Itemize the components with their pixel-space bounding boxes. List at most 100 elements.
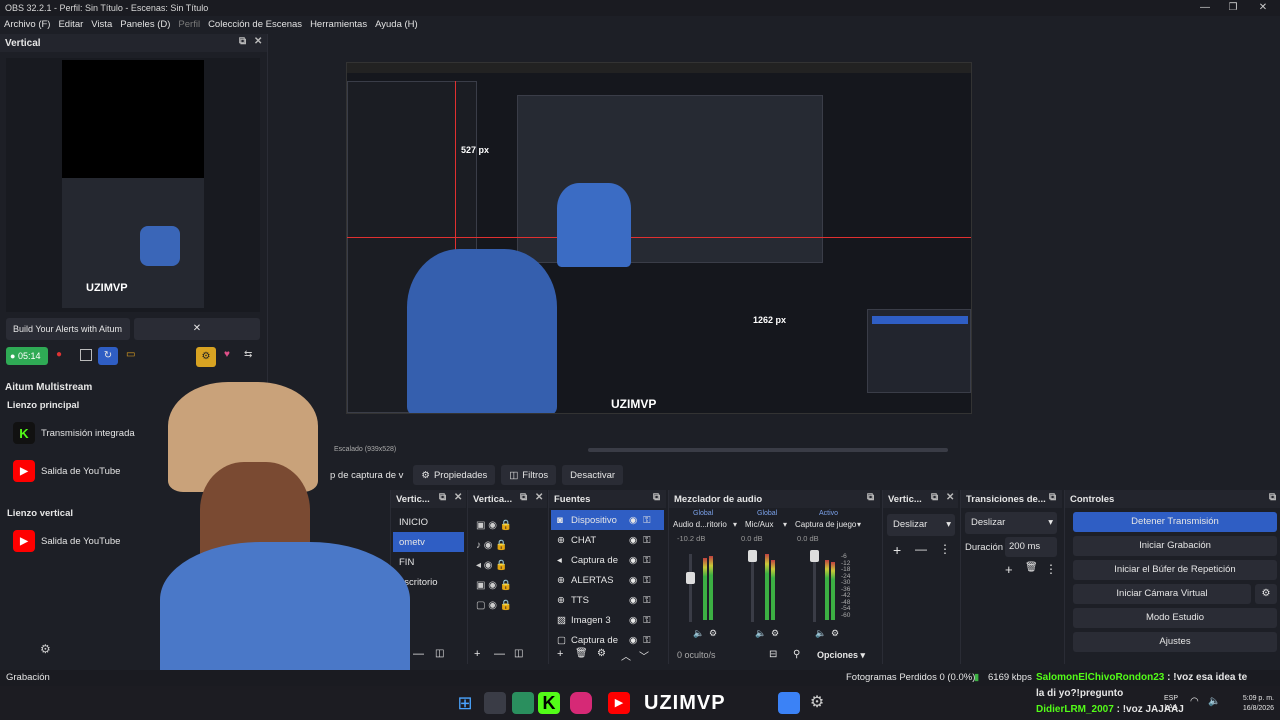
undock-icon[interactable]: ⧉	[239, 36, 246, 47]
properties-button[interactable]: ⚙ Propiedades	[413, 465, 496, 485]
maximize-icon[interactable]: ❐	[1218, 0, 1248, 16]
eye-icon[interactable]: ◉	[629, 535, 637, 546]
alert-button[interactable]: Build Your Alerts with Aitum	[6, 318, 130, 340]
settings-icon[interactable]: ⚙	[831, 628, 839, 639]
lock-icon[interactable]: ⚿	[643, 515, 650, 526]
lock-icon[interactable]: 🔒	[500, 520, 512, 531]
close-icon[interactable]: ✕	[1248, 0, 1278, 16]
mute-icon[interactable]: 🔈	[693, 628, 704, 639]
eye-icon[interactable]: ◉	[629, 635, 637, 646]
filter-icon[interactable]: ◫	[514, 648, 523, 659]
layout-icon[interactable]: ⊟	[769, 649, 777, 660]
kick-icon[interactable]: K	[538, 692, 560, 714]
eye-icon[interactable]: ◉	[629, 575, 637, 586]
mute-icon[interactable]: 🔈	[755, 628, 766, 639]
mute-icon[interactable]: 🔈	[815, 628, 826, 639]
settings-icon[interactable]: ⚙	[40, 642, 51, 656]
gear-icon[interactable]: ⚙	[1255, 584, 1277, 604]
link-icon[interactable]: ⚲	[793, 649, 800, 660]
gear-icon[interactable]: ⚙	[597, 648, 606, 659]
gear-icon[interactable]: ⚙	[806, 692, 828, 714]
gear-icon[interactable]: ⚙	[196, 347, 216, 367]
undock-icon[interactable]: ⧉	[439, 492, 446, 503]
menu-herramientas[interactable]: Herramientas	[306, 19, 371, 30]
filter-icon[interactable]: ◫	[435, 648, 444, 659]
add-icon[interactable]: +	[893, 542, 901, 558]
filters-button[interactable]: ◫ Filtros	[501, 465, 557, 485]
edge-icon[interactable]	[512, 692, 534, 714]
source-item[interactable]: ▨ Imagen 3 ◉ ⚿	[551, 610, 664, 630]
more-icon[interactable]: ⋮	[1045, 562, 1057, 576]
trash-icon[interactable]: 🗑	[1025, 562, 1038, 573]
share-icon[interactable]: ⇆	[244, 349, 252, 360]
menu-ayuda[interactable]: Ayuda (H)	[371, 19, 422, 30]
studio-mode-button[interactable]: Modo Estudio	[1073, 608, 1277, 628]
source-item[interactable]: ▢ Captura de ◉ ⚿	[551, 630, 664, 650]
settings-icon[interactable]: ⚙	[709, 628, 717, 639]
screenshot-icon[interactable]: ▭	[126, 349, 140, 363]
heart-icon[interactable]: ♥	[224, 349, 230, 360]
undock-icon[interactable]: ⧉	[1049, 492, 1056, 503]
add-icon[interactable]: +	[557, 648, 563, 660]
instagram-icon[interactable]	[570, 692, 592, 714]
undock-icon[interactable]: ⧉	[520, 492, 527, 503]
eye-icon[interactable]: ◉	[629, 615, 637, 626]
source-item[interactable]: ⊕ CHAT ◉ ⚿	[551, 530, 664, 550]
slider-handle[interactable]	[686, 572, 695, 584]
volume-slider[interactable]	[686, 554, 695, 622]
slider-handle[interactable]	[810, 550, 819, 562]
more-icon[interactable]: ⋮	[939, 542, 951, 556]
menu-coleccion[interactable]: Colección de Escenas	[204, 19, 306, 30]
undock-icon[interactable]: ⧉	[867, 492, 874, 503]
youtube-icon[interactable]: ▶	[608, 692, 630, 714]
remove-icon[interactable]: —	[494, 648, 505, 660]
lock-icon[interactable]: ⚿	[643, 575, 650, 586]
menu-editar[interactable]: Editar	[54, 19, 87, 30]
menu-paneles[interactable]: Paneles (D)	[116, 19, 174, 30]
close-icon[interactable]: ✕	[454, 492, 462, 503]
undock-icon[interactable]: ⧉	[653, 492, 660, 503]
source-item-selected[interactable]: ◙ Dispositivo ◉ ⚿	[551, 510, 664, 530]
eye-icon[interactable]: ◉	[629, 555, 637, 566]
slider-handle[interactable]	[748, 550, 757, 562]
menu-archivo[interactable]: Archivo (F)	[0, 19, 54, 30]
menu-perfil[interactable]: Perfil	[174, 19, 204, 30]
transition-select[interactable]: Deslizar ▾	[887, 514, 955, 536]
windows-start-icon[interactable]: ⊞	[454, 692, 476, 714]
record-icon[interactable]: ●	[56, 349, 68, 361]
duration-input[interactable]: 200 ms	[1005, 537, 1057, 557]
stop-streaming-button[interactable]: Detener Transmisión	[1073, 512, 1277, 532]
undock-icon[interactable]: ⧉	[1269, 492, 1276, 503]
close-icon[interactable]: ✕	[535, 492, 543, 503]
source-item[interactable]: ◂ Captura de ◉ ⚿	[551, 550, 664, 570]
stop-icon[interactable]	[80, 349, 92, 361]
lock-icon[interactable]: ⚿	[643, 535, 650, 546]
program-preview[interactable]: 527 px 1262 px UZIMVP	[346, 62, 972, 414]
remove-icon[interactable]: —	[413, 648, 424, 660]
move-down-icon[interactable]: ﹀	[639, 648, 649, 663]
app-icon[interactable]	[778, 692, 800, 714]
trash-icon[interactable]: 🗑	[575, 648, 588, 659]
volume-slider[interactable]	[810, 550, 819, 622]
lock-icon[interactable]: ⚿	[643, 555, 650, 566]
source-item[interactable]: ⊕ TTS ◉ ⚿	[551, 590, 664, 610]
add-icon[interactable]: +	[1005, 562, 1013, 577]
settings-icon[interactable]: ⚙	[771, 628, 779, 639]
dropdown-arrow-icon[interactable]: ▾	[783, 520, 787, 529]
task-view-icon[interactable]	[484, 692, 506, 714]
preview-scrollbar[interactable]	[588, 448, 948, 452]
settings-button[interactable]: Ajustes	[1073, 632, 1277, 652]
add-icon[interactable]: +	[474, 648, 480, 660]
eye-icon[interactable]: ◉	[629, 595, 637, 606]
close-icon[interactable]: ✕	[254, 36, 262, 47]
lock-icon[interactable]: ⚿	[643, 595, 650, 606]
options-button[interactable]: Opciones ▾	[817, 650, 865, 661]
deactivate-button[interactable]: Desactivar	[562, 465, 624, 485]
dropdown-arrow-icon[interactable]: ▾	[733, 520, 737, 529]
eye-icon[interactable]: ◉	[629, 515, 637, 526]
lock-icon[interactable]: ⚿	[643, 615, 650, 626]
undock-icon[interactable]: ⧉	[931, 492, 938, 503]
alert-close-icon[interactable]: ✕	[134, 318, 260, 340]
source-item[interactable]: ⊕ ALERTAS ◉ ⚿	[551, 570, 664, 590]
move-up-icon[interactable]: ︿	[621, 648, 631, 663]
